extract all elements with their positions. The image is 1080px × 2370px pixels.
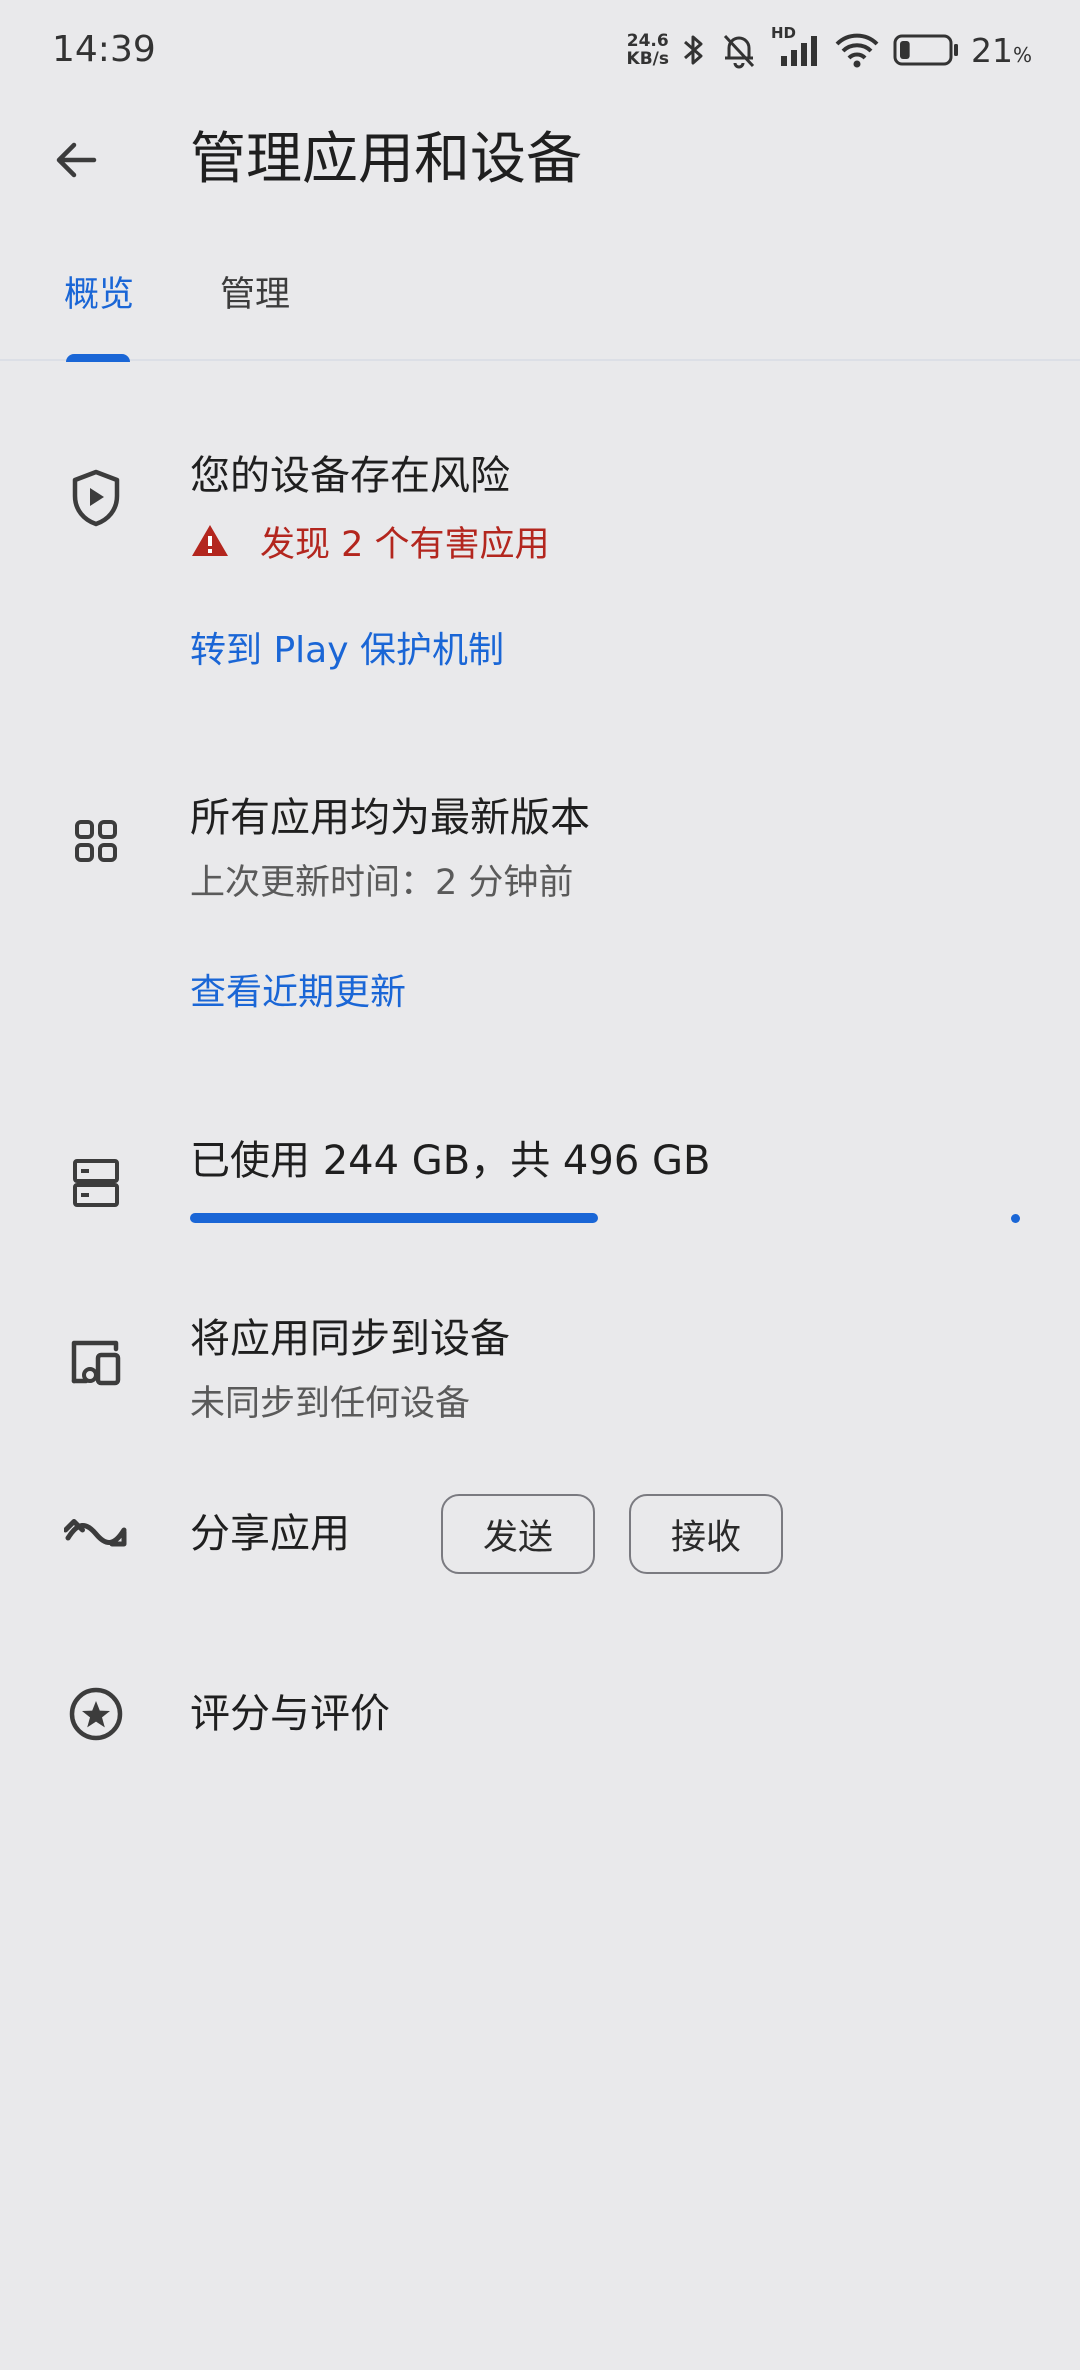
recent-updates-link[interactable]: 查看近期更新 bbox=[190, 965, 406, 1021]
tab-manage[interactable]: 管理 bbox=[220, 262, 290, 328]
cell-signal: HD bbox=[771, 24, 821, 70]
tab-divider bbox=[0, 359, 1080, 361]
updates-title: 所有应用均为最新版本 bbox=[190, 795, 590, 841]
protection-title: 您的设备存在风险 bbox=[190, 453, 510, 499]
storage-usage-title[interactable]: 已使用 244 GB，共 496 GB bbox=[190, 1133, 710, 1189]
ratings-title[interactable]: 评分与评价 bbox=[190, 1686, 390, 1742]
protection-warning-text: 发现 2 个有害应用 bbox=[260, 524, 550, 565]
wifi-icon bbox=[835, 33, 879, 68]
battery-icon bbox=[893, 34, 958, 66]
network-speed-value: 24.6 bbox=[626, 31, 669, 51]
storage-progress-fill bbox=[190, 1213, 599, 1223]
updates-subtitle: 上次更新时间：2 分钟前 bbox=[190, 863, 574, 903]
network-speed-unit: KB/s bbox=[626, 49, 669, 69]
warning-triangle-icon bbox=[192, 525, 228, 556]
battery-percent-suffix: % bbox=[1012, 42, 1032, 67]
arrow-back-icon bbox=[56, 142, 97, 178]
protection-warning: 发现 2 个有害应用 bbox=[190, 513, 550, 569]
storage-icon bbox=[60, 1147, 132, 1219]
mute-bell-icon bbox=[723, 34, 755, 69]
sync-subtitle: 未同步到任何设备 bbox=[190, 1384, 471, 1424]
receive-button[interactable]: 接收 bbox=[629, 1494, 783, 1574]
network-speed: 24.6 KB/s bbox=[627, 32, 669, 68]
status-time: 14:39 bbox=[52, 29, 156, 70]
share-apps-icon bbox=[60, 1498, 132, 1570]
bluetooth-icon bbox=[683, 35, 703, 65]
status-icons: 24.6 KB/s HD 21% bbox=[627, 22, 1032, 78]
battery-percent-value: 21 bbox=[970, 30, 1013, 70]
storage-progress-bar bbox=[190, 1213, 1020, 1223]
share-apps-title: 分享应用 bbox=[190, 1511, 350, 1557]
active-tab-indicator bbox=[66, 354, 130, 362]
devices-icon bbox=[60, 1326, 132, 1398]
back-button[interactable] bbox=[44, 128, 108, 192]
tab-overview[interactable]: 概览 bbox=[64, 262, 134, 328]
star-circle-icon bbox=[60, 1678, 132, 1750]
apps-grid-icon bbox=[60, 805, 132, 877]
play-protect-shield-icon bbox=[60, 462, 132, 534]
storage-progress-end-marker bbox=[1011, 1214, 1020, 1223]
play-protect-link[interactable]: 转到 Play 保护机制 bbox=[190, 623, 504, 679]
battery-percent: 21% bbox=[971, 31, 1032, 70]
cell-signal-icon bbox=[780, 36, 817, 66]
sync-title[interactable]: 将应用同步到设备 bbox=[190, 1311, 510, 1367]
send-button[interactable]: 发送 bbox=[441, 1494, 595, 1574]
page-title: 管理应用和设备 bbox=[190, 127, 582, 192]
